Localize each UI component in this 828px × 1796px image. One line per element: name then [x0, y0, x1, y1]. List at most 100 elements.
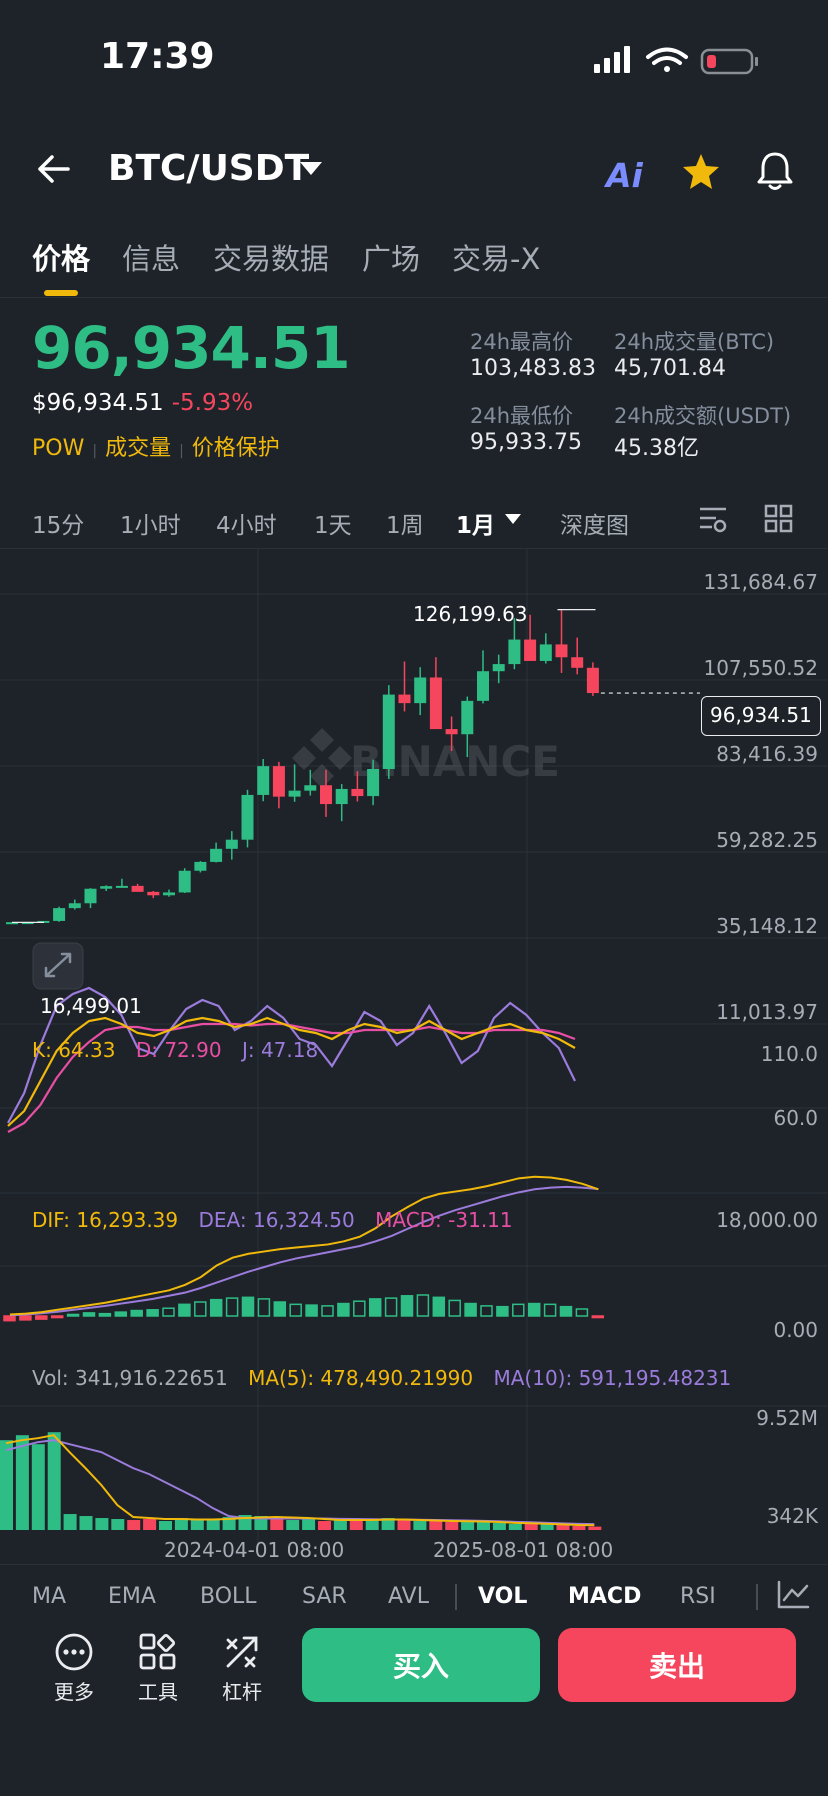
buy-button[interactable]: 买入	[302, 1628, 540, 1702]
watermark-text: BINANCE	[350, 737, 560, 786]
vol-axis: 342K	[766, 1504, 818, 1528]
more-icon[interactable]	[54, 1632, 94, 1672]
candle-body	[555, 644, 568, 658]
ind-tab-macd[interactable]: MACD	[568, 1584, 641, 1609]
interval-15m[interactable]: 15分	[32, 506, 84, 540]
tools-label[interactable]: 工具	[128, 1676, 188, 1705]
interval-chevron-icon[interactable]	[505, 514, 521, 524]
macd-histogram-bar	[591, 1315, 605, 1319]
candle-body	[492, 664, 505, 672]
kdj-k: K: 64.33	[32, 1038, 116, 1062]
chevron-down-icon[interactable]	[300, 162, 322, 176]
candle-body	[414, 677, 427, 704]
last-price: 96,934.51	[32, 314, 351, 382]
macd-histogram-bar	[496, 1305, 509, 1317]
current-price-tag[interactable]: 96,934.51	[701, 696, 821, 736]
interval-4h[interactable]: 4小时	[216, 506, 277, 540]
macd-dif-line	[9, 1175, 599, 1316]
volume-bar	[477, 1522, 490, 1530]
ai-icon[interactable]: Ai	[606, 156, 643, 195]
tab-trade-data[interactable]: 交易数据	[213, 236, 329, 278]
layout-grid-icon[interactable]	[764, 504, 794, 534]
tab-square[interactable]: 广场	[362, 236, 420, 278]
candle-body	[147, 891, 160, 896]
vol-btc-value: 45,701.84	[614, 356, 726, 381]
macd-histogram-bar	[98, 1312, 112, 1317]
interval-1w[interactable]: 1周	[386, 506, 424, 540]
macd-histogram-bar	[464, 1302, 477, 1317]
ind-tab-rsi[interactable]: RSI	[680, 1584, 716, 1609]
candle-body	[257, 766, 270, 795]
leverage-icon[interactable]	[222, 1632, 262, 1672]
macd-histogram-bar	[35, 1315, 48, 1320]
candle-body	[178, 870, 191, 893]
back-arrow-icon[interactable]	[36, 154, 72, 184]
ind-tab-boll[interactable]: BOLL	[200, 1584, 257, 1609]
tools-icon[interactable]	[138, 1632, 178, 1672]
pair-title[interactable]: BTC/USDT	[108, 148, 309, 189]
interval-1mo[interactable]: 1月	[456, 506, 495, 540]
expand-icon[interactable]	[32, 942, 84, 990]
tab-trade-x[interactable]: 交易-X	[452, 236, 540, 278]
macd-histogram-bar	[368, 1298, 382, 1317]
ind-tab-sar[interactable]: SAR	[302, 1584, 347, 1609]
macd-axis: 18,000.00	[716, 1208, 818, 1232]
chart-settings-icon[interactable]	[698, 504, 728, 534]
axis-label: 83,416.39	[716, 742, 818, 766]
macd-histogram-bar	[257, 1298, 271, 1317]
ind-tab-ma[interactable]: MA	[32, 1584, 66, 1609]
volume-bar	[127, 1520, 141, 1530]
macd-axis: 0.00	[773, 1318, 818, 1342]
battery-icon	[700, 48, 758, 75]
tag-price-protect[interactable]: 价格保护	[192, 436, 280, 461]
volume-bar	[333, 1520, 347, 1530]
volume-bar	[270, 1518, 284, 1530]
star-icon[interactable]	[681, 152, 721, 190]
tag-pow[interactable]: POW	[32, 436, 84, 461]
sell-button[interactable]: 卖出	[558, 1628, 796, 1702]
indicator-settings-icon[interactable]	[776, 1580, 810, 1610]
tab-info[interactable]: 信息	[122, 236, 180, 278]
volume-bar	[413, 1521, 427, 1530]
macd-histogram-bar	[178, 1303, 191, 1317]
macd-histogram-bar	[82, 1312, 96, 1317]
volume-bar	[79, 1516, 93, 1530]
tag-row: POW | 成交量 | 价格保护	[32, 436, 280, 461]
vol-usdt-label: 24h成交额(USDT)	[614, 404, 792, 428]
candle-body	[586, 667, 599, 694]
vol-ma5-line	[5, 1434, 595, 1527]
ind-tab-avl[interactable]: AVL	[388, 1584, 429, 1609]
volume-bar	[159, 1521, 172, 1530]
interval-1d[interactable]: 1天	[314, 506, 352, 540]
usd-price: $96,934.51	[32, 390, 164, 416]
leverage-label[interactable]: 杠杆	[212, 1676, 272, 1705]
bell-icon[interactable]	[756, 150, 794, 192]
candle-body	[477, 671, 489, 701]
candle-body	[304, 785, 317, 791]
volume-bar	[445, 1522, 459, 1530]
macd-histogram-bar	[448, 1299, 461, 1317]
candle-body	[225, 839, 238, 849]
macd-histogram-bar	[512, 1303, 525, 1317]
ind-tab-ema[interactable]: EMA	[108, 1584, 156, 1609]
ind-tab-vol[interactable]: VOL	[478, 1584, 527, 1609]
candle-body	[524, 639, 537, 661]
macd-histogram-bar	[241, 1296, 255, 1317]
more-label[interactable]: 更多	[44, 1676, 104, 1705]
macd-histogram-bar	[527, 1302, 541, 1317]
interval-1h[interactable]: 1小时	[120, 506, 181, 540]
kdj-axis: 110.0	[760, 1042, 818, 1066]
macd-panel	[3, 1175, 605, 1322]
volume-bar	[556, 1525, 570, 1530]
candle-body	[272, 766, 285, 797]
candle-body	[84, 888, 97, 904]
macd-histogram-bar	[480, 1305, 493, 1317]
interval-depth[interactable]: 深度图	[560, 506, 629, 540]
volume-panel	[0, 1432, 602, 1530]
candle-body	[539, 644, 552, 661]
candle-body	[163, 892, 175, 896]
candle-body	[194, 861, 207, 871]
tag-volume[interactable]: 成交量	[105, 436, 171, 461]
tab-price[interactable]: 价格	[32, 236, 90, 278]
signal-icon	[594, 46, 630, 73]
